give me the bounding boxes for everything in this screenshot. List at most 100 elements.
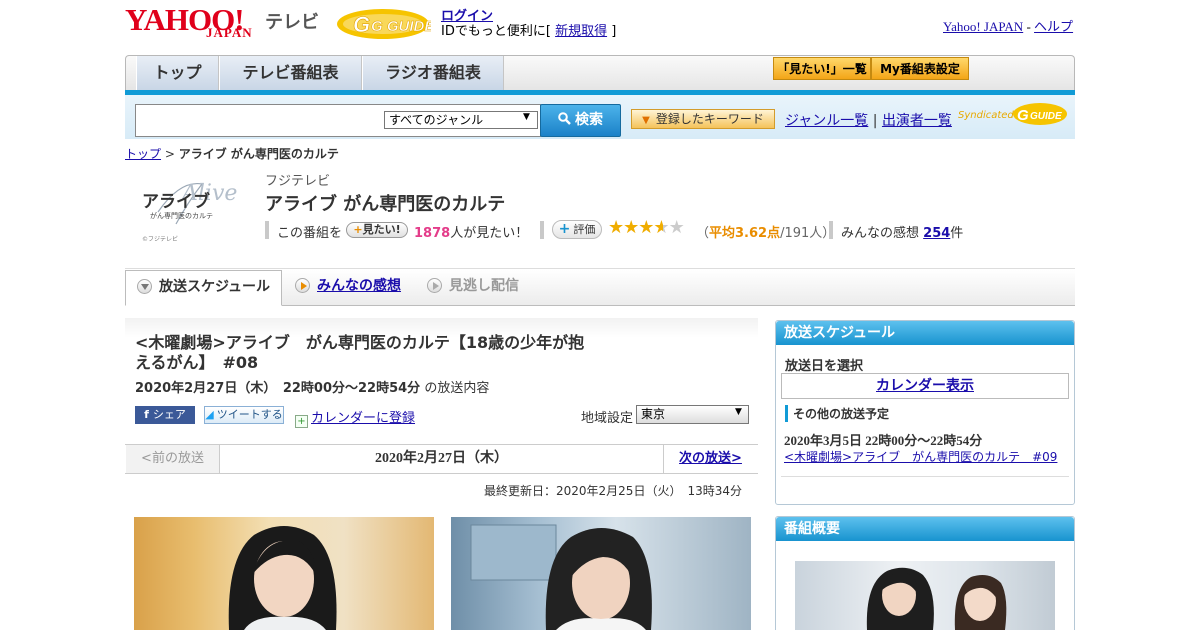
- breadcrumb-separator: >: [161, 147, 179, 161]
- search-links: ジャンル一覧 | 出演者一覧: [785, 110, 952, 130]
- search-links-divider: |: [868, 113, 882, 129]
- previous-broadcast-button: <前の放送: [126, 445, 220, 473]
- my-schedule-settings-button[interactable]: My番組表設定: [871, 57, 969, 80]
- tab-broadcast-schedule[interactable]: 放送スケジュール: [125, 270, 282, 306]
- svg-text:G: G: [353, 12, 370, 37]
- facebook-share-label: シェア: [152, 408, 186, 421]
- calendar-register[interactable]: + カレンダーに登録: [295, 407, 415, 428]
- plus-icon: +: [353, 223, 363, 236]
- episode-photo-1-figure: [228, 526, 337, 630]
- mitai-button-label: 見たい!: [362, 223, 401, 236]
- rating-star-icon: ★: [623, 217, 639, 238]
- search-button-label: 検索: [575, 112, 603, 128]
- rating-stars: ★★★★★: [608, 217, 685, 238]
- chevron-down-icon: ▼: [523, 112, 530, 122]
- separator-bar: [829, 221, 833, 239]
- performer-list-link[interactable]: 出演者一覧: [882, 113, 952, 129]
- genre-select[interactable]: すべてのジャンル: [384, 111, 538, 129]
- calendar-register-link[interactable]: カレンダーに登録: [311, 411, 415, 426]
- mitai-list-button[interactable]: 「見たい!」一覧: [773, 57, 871, 80]
- program-subtabs: 放送スケジュール みんなの感想 見逃し配信: [125, 270, 1075, 306]
- plus-icon: +: [558, 221, 571, 237]
- overview-photo: [795, 561, 1055, 630]
- rating-average: （平均3.62点/191人）: [696, 222, 835, 241]
- syndicated-label: Syndicated: [958, 110, 1014, 121]
- play-icon: [427, 278, 442, 293]
- rating-star-icon: ★: [608, 217, 624, 238]
- tab-impressions[interactable]: みんなの感想: [295, 270, 401, 306]
- tweet-button-label: ツイートする: [216, 408, 283, 421]
- divider: [781, 476, 1069, 477]
- triangle-down-icon: ▼: [642, 115, 650, 126]
- genre-list-link[interactable]: ジャンル一覧: [785, 113, 868, 129]
- main-nav: トップ テレビ番組表 ラジオ番組表 「見たい!」一覧 My番組表設定: [125, 55, 1075, 95]
- rating-star-icon: ★: [653, 217, 669, 238]
- last-updated: 最終更新日：2020年2月25日（火） 13時34分: [484, 484, 742, 498]
- rating-star-icon: ★: [668, 217, 685, 238]
- program-logo-title: アライブ: [142, 191, 210, 212]
- nav-tab-top[interactable]: トップ: [136, 56, 219, 90]
- search-button[interactable]: 検索: [540, 104, 621, 137]
- chevron-down-icon: [137, 279, 152, 294]
- mitai-count: 1878人が見たい！: [414, 222, 528, 241]
- signup-link[interactable]: 新規取得: [555, 24, 607, 39]
- episode-photo-1: [134, 517, 434, 630]
- program-logo-credit: ©フジテレビ: [142, 235, 178, 243]
- program-title: アライブ がん専門医のカルテ: [265, 194, 506, 215]
- yahoo-japan-link[interactable]: Yahoo! JAPAN: [943, 19, 1023, 34]
- mitai-count-suffix: 人が見たい！: [450, 226, 529, 241]
- rate-button-label: 評価: [573, 223, 596, 236]
- separator-bar: [540, 221, 544, 239]
- search-icon: [558, 112, 571, 125]
- episode-datetime-value: 2020年2月27日（木） 22時00分～22時54分: [135, 381, 421, 396]
- gguide-syndicated-text: GUIDE: [1030, 111, 1062, 122]
- gguide-logo: G G GUIDE: [337, 9, 431, 39]
- calendar-plus-icon: +: [295, 415, 308, 428]
- rating-average-value: 平均3.62点: [709, 226, 781, 241]
- registered-keyword-button[interactable]: ▼ 登録したキーワード: [631, 109, 775, 129]
- region-select[interactable]: 東京: [636, 405, 749, 424]
- impressions: みんなの感想 254件: [841, 222, 963, 241]
- breadcrumb-top-link[interactable]: トップ: [125, 147, 161, 161]
- impressions-label: みんなの感想: [841, 226, 920, 241]
- login-msg-suffix: ]: [607, 24, 617, 39]
- impressions-count-link[interactable]: 254: [923, 226, 950, 241]
- overview-photo-figures: [866, 567, 1007, 630]
- sidebar-overview-title: 番組概要: [776, 517, 1074, 541]
- header-links: Yahoo! JAPAN - ヘルプ: [943, 16, 1073, 35]
- episode-datetime: 2020年2月27日（木） 22時00分～22時54分 の放送内容: [135, 377, 489, 396]
- rating-average-people: /191人）: [780, 226, 836, 241]
- tv-logo-label[interactable]: テレビ: [265, 8, 319, 34]
- tweet-button[interactable]: ◢ ツイートする: [204, 406, 284, 424]
- other-broadcast-link[interactable]: <木曜劇場>アライブ がん専門医のカルテ #09: [784, 448, 1057, 465]
- episode-photo-2-figure: [470, 524, 652, 630]
- breadcrumb-current: アライブ がん専門医のカルテ: [178, 147, 339, 161]
- login-msg-prefix: IDでもっと便利に[: [441, 24, 556, 39]
- calendar-display-button[interactable]: カレンダー表示: [781, 373, 1069, 399]
- login-message: IDでもっと便利に[ 新規取得 ]: [441, 20, 616, 39]
- nav-tab-radio-schedule[interactable]: ラジオ番組表: [362, 56, 504, 90]
- episode-photo-2: [451, 517, 751, 630]
- yahoo-logo-japan: JAPAN: [206, 25, 253, 40]
- next-broadcast-link[interactable]: 次の放送>: [663, 445, 757, 473]
- gguide-syndicated-logo: G GUIDE: [1013, 103, 1067, 125]
- gguide-logo-text: G GUIDE: [371, 18, 431, 35]
- help-link[interactable]: ヘルプ: [1034, 19, 1073, 34]
- mitai-count-value: 1878: [414, 226, 451, 241]
- svg-text:G: G: [1017, 107, 1029, 124]
- twitter-bird-icon: ◢: [205, 408, 214, 421]
- facebook-share-button[interactable]: f シェア: [135, 406, 195, 424]
- select-date-label: 放送日を選択: [785, 359, 864, 374]
- rate-button[interactable]: + 評価: [552, 220, 602, 239]
- station-name: フジテレビ: [265, 174, 331, 189]
- separator-bar: [265, 221, 269, 239]
- chevron-down-icon: ▼: [735, 407, 742, 417]
- rating-average-open: （: [696, 226, 710, 241]
- program-logo: Alive アライブ がん専門医のカルテ ©フジテレビ: [142, 181, 237, 243]
- registered-keyword-label: 登録したキーワード: [655, 112, 764, 126]
- mitai-button[interactable]: +見たい!: [346, 222, 408, 238]
- nav-tab-tv-schedule[interactable]: テレビ番組表: [219, 56, 362, 90]
- divider: [125, 268, 1075, 269]
- episode-datetime-suffix: の放送内容: [424, 381, 490, 396]
- rating-star-icon: ★: [638, 217, 654, 238]
